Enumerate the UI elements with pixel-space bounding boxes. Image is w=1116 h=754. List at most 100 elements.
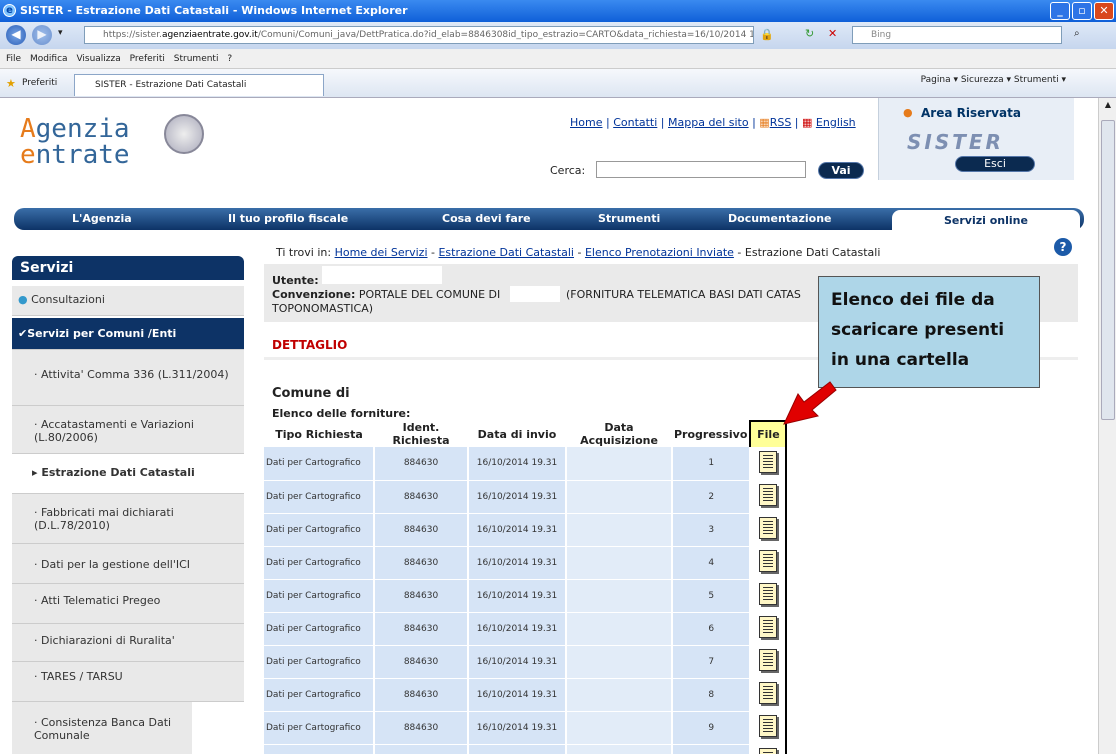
menu-help[interactable]: ? [227, 54, 232, 64]
file-download-icon[interactable] [759, 484, 778, 506]
search-input[interactable]: Bing [852, 26, 1062, 44]
comune-label: Comune di [272, 386, 350, 401]
sidebar-item-ruralita[interactable]: · Dichiarazioni di Ruralita' [12, 624, 244, 662]
file-cell[interactable] [749, 447, 788, 481]
table-cell: 16/10/2014 19.31 [468, 480, 567, 514]
convenzione-label: Convenzione: [272, 288, 356, 301]
dropdown-icon[interactable]: ▾ [58, 28, 63, 38]
nav-cosa-devi-fare[interactable]: Cosa devi fare [442, 208, 531, 230]
menu-file[interactable]: File [6, 54, 21, 64]
maximize-button[interactable]: ▫ [1072, 2, 1092, 20]
stop-icon[interactable]: ✕ [828, 27, 837, 40]
vertical-scrollbar[interactable]: ▲ [1098, 98, 1116, 754]
menu-modifica[interactable]: Modifica [30, 54, 68, 64]
table-cell: Dati per Cartografico [264, 678, 375, 712]
crumb-estrazione[interactable]: Estrazione Dati Catastali [438, 246, 574, 259]
file-cell[interactable] [749, 744, 788, 754]
file-cell[interactable] [749, 678, 788, 712]
sidebar-item-accatastamenti[interactable]: · Accatastamenti e Variazioni (L.80/2006… [12, 406, 244, 454]
sidebar-item-ici[interactable]: · Dati per la gestione dell'ICI [12, 544, 244, 584]
file-cell[interactable] [749, 513, 788, 547]
table-cell [566, 513, 673, 547]
address-bar-area: ◀ ▶ ▾ https://sister.agenziaentrate.gov.… [0, 22, 1116, 49]
file-cell[interactable] [749, 546, 788, 580]
search-icon[interactable]: ⌕ [1074, 28, 1080, 39]
favorites-button[interactable]: Preferiti [22, 78, 57, 88]
file-cell[interactable] [749, 645, 788, 679]
person-icon: ● [903, 106, 913, 119]
close-button[interactable]: ✕ [1094, 2, 1114, 20]
link-home[interactable]: Home [570, 116, 602, 129]
file-cell[interactable] [749, 612, 788, 646]
nav-agenzia[interactable]: L'Agenzia [72, 208, 132, 230]
esci-button[interactable]: Esci [955, 156, 1035, 172]
browser-tab[interactable]: SISTER - Estrazione Dati Catastali [74, 74, 324, 96]
file-download-icon[interactable] [759, 450, 778, 473]
file-cell[interactable] [749, 711, 788, 745]
agenzia-entrate-logo[interactable]: Agenzia entrate [20, 116, 130, 168]
url-input[interactable]: https://sister.agenziaentrate.gov.it/Com… [84, 26, 754, 44]
table-row: Dati per Cartografico88463016/10/2014 19… [264, 744, 788, 754]
table-cell: 16/10/2014 19.31 [468, 513, 567, 547]
convenzione-value: PORTALE DEL COMUNE DI [358, 288, 501, 301]
link-english[interactable]: English [816, 116, 856, 129]
help-icon[interactable]: ? [1054, 238, 1072, 256]
table-cell [566, 579, 673, 613]
link-rss[interactable]: RSS [770, 116, 792, 129]
refresh-icon[interactable]: ↻ [805, 27, 814, 40]
table-cell: 16/10/2014 19.31 [468, 645, 567, 679]
nav-profilo[interactable]: Il tuo profilo fiscale [228, 208, 348, 230]
file-cell[interactable] [749, 579, 788, 613]
table-cell: 884630 [374, 645, 469, 679]
back-icon[interactable]: ◀ [6, 25, 26, 45]
table-row: Dati per Cartografico88463016/10/2014 19… [264, 678, 788, 712]
crumb-elenco[interactable]: Elenco Prenotazioni Inviate [585, 246, 734, 259]
file-download-icon[interactable] [759, 748, 778, 754]
table-cell [566, 480, 673, 514]
minimize-button[interactable]: _ [1050, 2, 1070, 20]
nav-strumenti[interactable]: Strumenti [598, 208, 660, 230]
scroll-up-icon[interactable]: ▲ [1101, 100, 1115, 116]
sidebar-item-comma336[interactable]: · Attivita' Comma 336 (L.311/2004) [12, 350, 244, 406]
file-download-icon[interactable] [759, 682, 778, 704]
sidebar-item-servizi-comuni[interactable]: ✔Servizi per Comuni /Enti [12, 318, 244, 350]
table-cell: 2 [672, 480, 752, 514]
sidebar-item-consistenza[interactable]: · Consistenza Banca Dati Comunale [12, 702, 192, 754]
nav-servizi-online[interactable]: Servizi online [892, 210, 1080, 230]
file-download-icon[interactable] [759, 616, 778, 638]
link-contatti[interactable]: Contatti [613, 116, 657, 129]
col-progressivo: Progressivo [672, 421, 751, 447]
sidebar-item-tares[interactable]: · TARES / TARSU [12, 662, 244, 702]
table-cell: Dati per Cartografico [264, 513, 375, 547]
sidebar-item-estrazione[interactable]: ▸ Estrazione Dati Catastali [12, 454, 244, 494]
forward-icon[interactable]: ▶ [32, 25, 52, 45]
table-cell: Dati per Cartografico [264, 447, 375, 481]
nav-documentazione[interactable]: Documentazione [728, 208, 832, 230]
crumb-current: Estrazione Dati Catastali [744, 246, 881, 259]
lock-icon[interactable]: 🔒 [760, 28, 774, 41]
file-cell[interactable] [749, 480, 788, 514]
menu-visualizza[interactable]: Visualizza [76, 54, 120, 64]
sidebar-item-fabbricati[interactable]: · Fabbricati mai dichiarati (D.L.78/2010… [12, 494, 244, 544]
scroll-thumb[interactable] [1101, 120, 1115, 420]
utente-value [322, 266, 442, 284]
toolbar-commands[interactable]: Pagina ▾ Sicurezza ▾ Strumenti ▾ [921, 75, 1066, 85]
breadcrumb: Ti trovi in: Home dei Servizi - Estrazio… [276, 246, 881, 259]
file-download-icon[interactable] [759, 715, 778, 737]
file-download-icon[interactable] [759, 517, 778, 539]
table-row: Dati per Cartografico88463016/10/2014 19… [264, 711, 788, 745]
sidebar-item-pregeo[interactable]: · Atti Telematici Pregeo [12, 584, 244, 624]
menu-preferiti[interactable]: Preferiti [130, 54, 165, 64]
link-mappa[interactable]: Mappa del sito [668, 116, 749, 129]
site-search-input[interactable] [596, 161, 806, 178]
crumb-home-servizi[interactable]: Home dei Servizi [335, 246, 428, 259]
table-cell [566, 744, 673, 754]
file-download-icon[interactable] [759, 583, 778, 605]
sidebar-item-consultazioni[interactable]: ● Consultazioni [12, 286, 244, 316]
vai-button[interactable]: Vai [818, 162, 864, 179]
table-cell: 884630 [374, 513, 469, 547]
file-download-icon[interactable] [759, 649, 778, 671]
menu-strumenti[interactable]: Strumenti [174, 54, 219, 64]
table-cell [566, 711, 673, 745]
file-download-icon[interactable] [759, 550, 778, 572]
